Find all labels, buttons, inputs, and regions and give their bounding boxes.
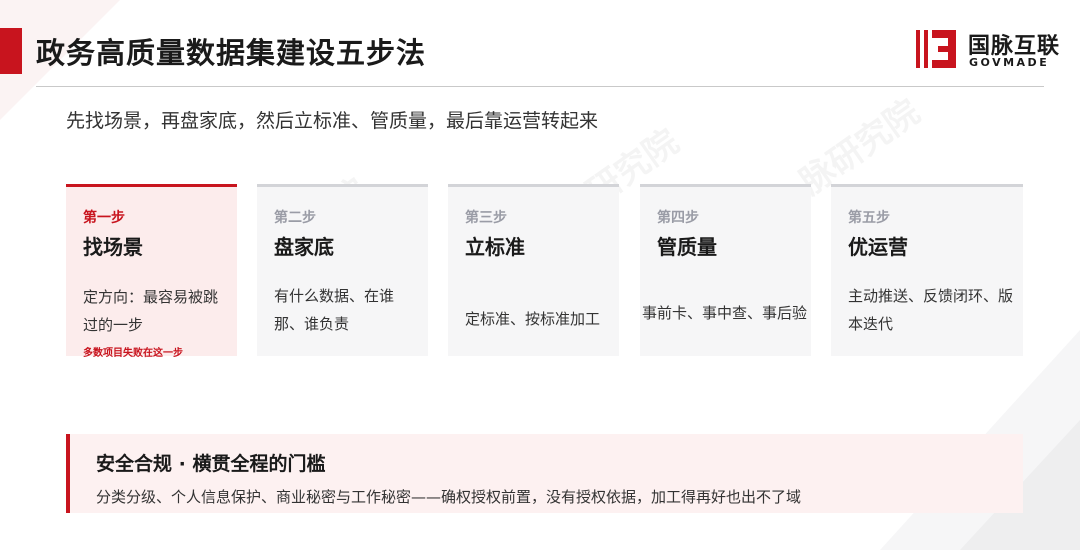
page-title: 政务高质量数据集建设五步法	[36, 36, 427, 70]
step-number: 第一步	[83, 210, 125, 226]
step-card-4: 第四步 管质量 事前卡、事中查、事后验	[640, 184, 811, 356]
compliance-panel: 安全合规 · 横贯全程的门槛 分类分级、个人信息保护、商业秘密与工作秘密——确权…	[66, 434, 1023, 513]
step-card-5: 第五步 优运营 主动推送、反馈闭环、版本迭代	[831, 184, 1023, 356]
page-subtitle: 先找场景，再盘家底，然后立标准、管质量，最后靠运营转起来	[66, 110, 599, 132]
step-name: 找场景	[83, 235, 143, 259]
step-card-1: 第一步 找场景 定方向：最容易被跳过的一步 多数项目失败在这一步	[66, 184, 237, 359]
step-name: 立标准	[465, 235, 525, 259]
step-description: 有什么数据、在谁那、谁负责	[274, 287, 395, 333]
compliance-heading: 安全合规 · 横贯全程的门槛	[96, 453, 326, 475]
step-number: 第四步	[657, 210, 699, 226]
step-description: 主动推送、反馈闭环、版本迭代	[848, 287, 1014, 333]
step-card-3: 第三步 立标准 定标准、按标准加工	[448, 184, 619, 356]
step-name: 管质量	[657, 235, 717, 259]
govmade-logo-icon	[916, 30, 956, 68]
step-description: 定标准、按标准加工	[465, 310, 601, 328]
step-name: 优运营	[848, 235, 908, 259]
company-logo: 国脉互联 GOVMADE	[916, 26, 1066, 72]
step-number: 第三步	[465, 210, 507, 226]
step-card-2: 第二步 盘家底 有什么数据、在谁那、谁负责	[257, 184, 428, 356]
step-description: 定方向：最容易被跳过的一步	[83, 288, 219, 334]
step-number: 第二步	[274, 210, 316, 226]
title-accent-bar	[0, 28, 22, 74]
step-name: 盘家底	[274, 235, 334, 259]
header-divider	[36, 86, 1044, 87]
step-description: 事前卡、事中查、事后验	[642, 304, 808, 322]
step-number: 第五步	[848, 210, 890, 226]
compliance-body: 分类分级、个人信息保护、商业秘密与工作秘密——确权授权前置，没有授权依据，加工得…	[96, 488, 802, 506]
logo-subtitle: GOVMADE	[969, 56, 1050, 69]
step-note: 多数项目失败在这一步	[83, 348, 183, 359]
